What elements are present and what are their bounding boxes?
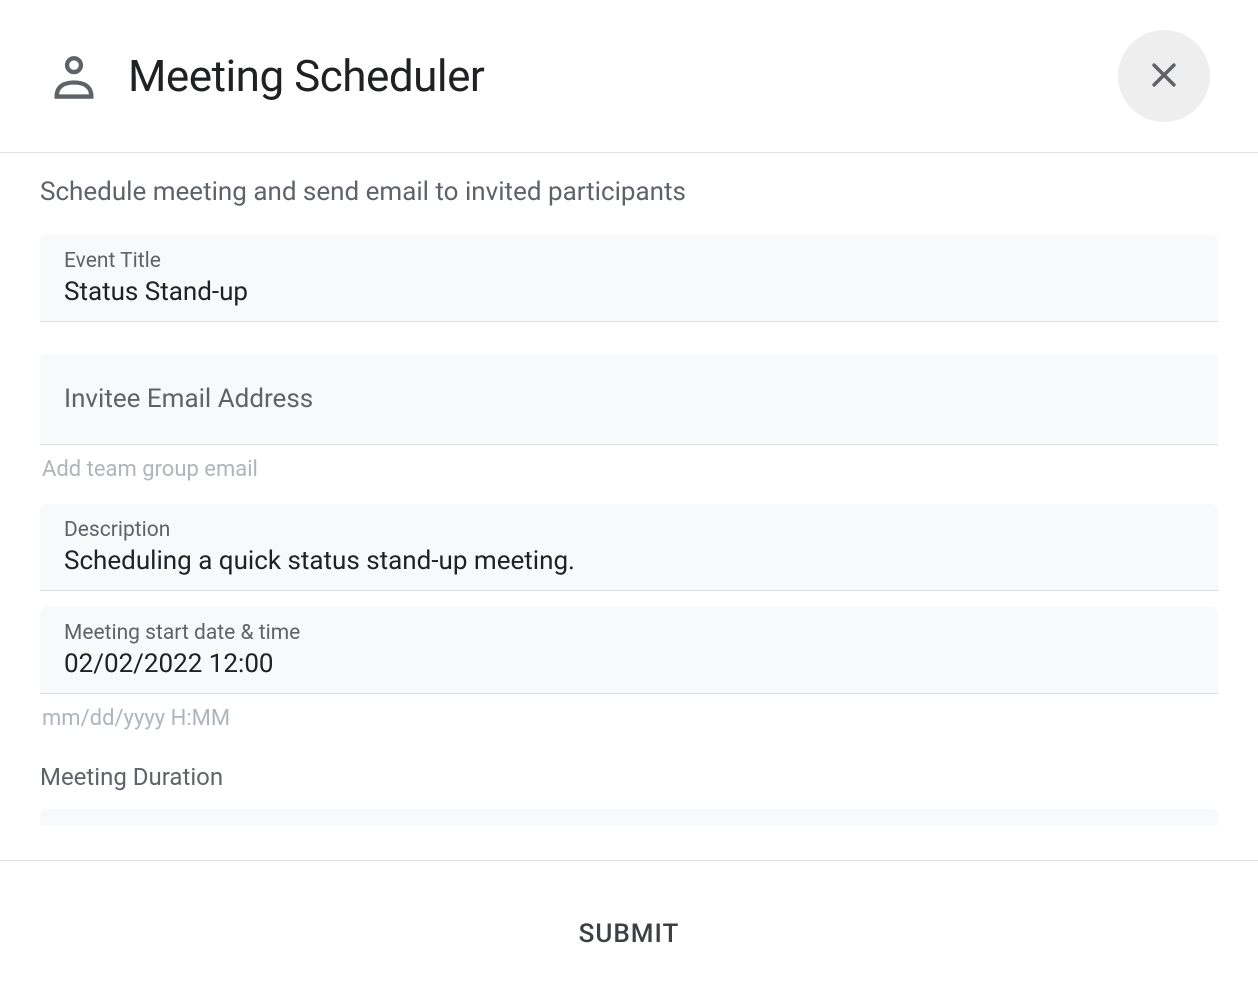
invitee-email-helper: Add team group email (40, 457, 1218, 482)
start-datetime-helper: mm/dd/yyyy H:MM (40, 706, 1218, 731)
person-icon (48, 50, 100, 102)
invitee-email-label: Invitee Email Address (64, 384, 1194, 414)
start-datetime-label: Meeting start date & time (64, 621, 1194, 645)
form-subtitle: Schedule meeting and send email to invit… (40, 177, 1218, 207)
event-title-label: Event Title (64, 249, 1194, 273)
form-content: Schedule meeting and send email to invit… (0, 153, 1258, 863)
submit-button[interactable]: SUBMIT (539, 899, 720, 969)
header-left: Meeting Scheduler (48, 50, 484, 102)
close-button[interactable] (1118, 30, 1210, 122)
invitee-email-field[interactable]: Invitee Email Address (40, 354, 1218, 445)
description-block: Description (40, 504, 1218, 591)
description-input[interactable] (64, 546, 1194, 576)
event-title-field[interactable]: Event Title (40, 235, 1218, 322)
start-datetime-input[interactable] (64, 649, 1194, 679)
dialog-header: Meeting Scheduler (0, 0, 1258, 153)
start-datetime-block: Meeting start date & time mm/dd/yyyy H:M… (40, 607, 1218, 731)
event-title-input[interactable] (64, 277, 1194, 307)
dialog-title: Meeting Scheduler (128, 50, 484, 102)
description-field[interactable]: Description (40, 504, 1218, 591)
close-icon (1147, 58, 1181, 95)
start-datetime-field[interactable]: Meeting start date & time (40, 607, 1218, 694)
event-title-block: Event Title (40, 235, 1218, 322)
duration-field[interactable] (40, 809, 1218, 825)
description-label: Description (64, 518, 1194, 542)
duration-label: Meeting Duration (40, 763, 1218, 791)
dialog-footer: SUBMIT (0, 860, 1258, 1006)
invitee-email-block: Invitee Email Address Add team group ema… (40, 354, 1218, 482)
